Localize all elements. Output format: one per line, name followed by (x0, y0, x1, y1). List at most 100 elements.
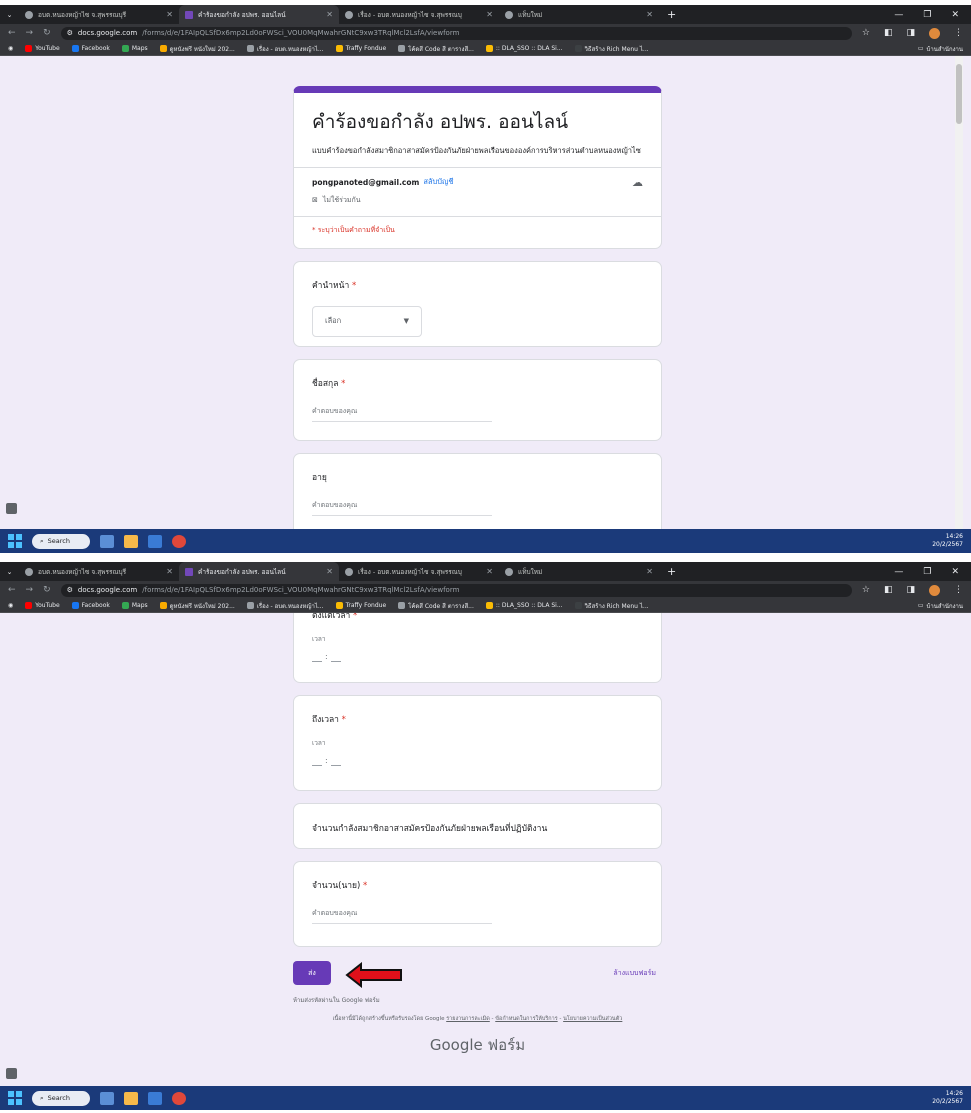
apps-icon[interactable]: ◉ (8, 45, 13, 52)
taskbar-search[interactable]: ⌕ Search (32, 533, 90, 549)
extensions-icon[interactable]: ◧ (884, 585, 893, 595)
star-icon[interactable]: ☆ (862, 585, 870, 595)
clock[interactable]: 14:26 20/2/2567 (932, 1090, 963, 1106)
close-icon[interactable]: ✕ (486, 567, 493, 576)
feedback-icon[interactable] (6, 1068, 17, 1079)
tab-newtab[interactable]: แท็บใหม่ ✕ (499, 562, 659, 581)
privacy-link[interactable]: นโยบายความเป็นส่วนตัว (563, 1016, 622, 1022)
count-input[interactable]: คำตอบของคุณ (312, 908, 492, 924)
clock[interactable]: 14:26 20/2/2567 (932, 533, 963, 549)
close-window-icon[interactable]: ✕ (951, 10, 959, 20)
close-icon[interactable]: ✕ (646, 567, 653, 576)
gallery-icon[interactable] (148, 534, 162, 548)
url-field[interactable]: ⚙ docs.google.com/forms/d/e/1FAIpQLSfDx6… (60, 583, 852, 597)
menu-icon[interactable]: ⋮ (954, 585, 963, 595)
profile-avatar[interactable] (929, 584, 940, 596)
age-input[interactable]: คำตอบของคุณ (312, 500, 492, 516)
bookmark-youtube[interactable]: YouTube (25, 602, 60, 609)
tab-docs[interactable]: เรื่อง - อบต.หนองหญ้าไซ จ.สุพรรณบุ ✕ (339, 562, 499, 581)
bookmark-dla[interactable]: :: DLA_SSO :: DLA Si... (485, 602, 563, 609)
forward-icon[interactable]: → (26, 28, 34, 38)
weather-icon[interactable] (124, 534, 138, 548)
bookmark-docs[interactable]: เรื่อง - อบต.หนองหญ้าไ... (246, 601, 324, 611)
bookmark-folder[interactable]: ▭ บ้านสำนักงาน (918, 601, 963, 611)
bookmark-colorcode[interactable]: โค้ดสี Code สี ตารางสี... (398, 601, 474, 611)
scrollbar-thumb[interactable] (956, 64, 962, 124)
terms-link[interactable]: ข้อกำหนดในการให้บริการ (495, 1016, 557, 1022)
profile-avatar[interactable] (929, 27, 940, 39)
sidepanel-icon[interactable]: ◨ (906, 28, 915, 38)
bookmark-movies[interactable]: ดูหนังฟรี หนังใหม่ 202... (159, 44, 235, 54)
from-time-input[interactable]: : (312, 650, 643, 662)
restore-icon[interactable]: ❐ (923, 567, 931, 577)
reload-icon[interactable]: ↻ (43, 585, 51, 595)
tab-newtab[interactable]: แท็บใหม่ ✕ (499, 5, 659, 24)
to-time-input[interactable]: : (312, 754, 643, 766)
feedback-icon[interactable] (6, 503, 17, 514)
bookmark-docs[interactable]: เรื่อง - อบต.หนองหญ้าไ... (246, 44, 324, 54)
tab-obt[interactable]: อบต.หนองหญ้าไซ จ.สุพรรณบุรี ✕ (19, 562, 179, 581)
bookmark-maps[interactable]: Maps (121, 45, 148, 52)
bookmark-richmenu[interactable]: วิธีสร้าง Rich Menu ไ... (574, 601, 649, 611)
close-icon[interactable]: ✕ (646, 10, 653, 19)
close-icon[interactable]: ✕ (326, 567, 333, 576)
close-icon[interactable]: ✕ (486, 10, 493, 19)
hour-field[interactable] (312, 754, 322, 766)
gallery-icon[interactable] (148, 1091, 162, 1105)
task-view-icon[interactable] (100, 534, 114, 548)
chrome-taskbar-icon[interactable] (172, 1091, 186, 1105)
scrollbar[interactable] (955, 56, 963, 529)
url-field[interactable]: ⚙ docs.google.com/forms/d/e/1FAIpQLSfDx6… (60, 26, 852, 40)
close-icon[interactable]: ✕ (166, 10, 173, 19)
star-icon[interactable]: ☆ (862, 28, 870, 38)
back-icon[interactable]: ← (8, 28, 16, 38)
bookmark-facebook[interactable]: Facebook (71, 45, 110, 52)
close-icon[interactable]: ✕ (326, 10, 333, 19)
weather-icon[interactable] (124, 1091, 138, 1105)
bookmark-traffy[interactable]: Traffy Fondue (335, 45, 386, 52)
site-info-icon[interactable]: ⚙ (67, 586, 73, 594)
report-abuse-link[interactable]: รายงานการละเมิด (446, 1016, 490, 1022)
apps-icon[interactable]: ◉ (8, 602, 13, 609)
tab-form[interactable]: คำร้องขอกำลัง อปพร. ออนไลน์ ✕ (179, 562, 339, 581)
bookmark-dla[interactable]: :: DLA_SSO :: DLA Si... (485, 45, 563, 52)
tab-search-button[interactable]: ⌄ (0, 562, 19, 581)
prefix-dropdown[interactable]: เลือก ▼ (312, 305, 422, 337)
new-tab-button[interactable]: + (659, 565, 684, 578)
bookmark-youtube[interactable]: YouTube (25, 45, 60, 52)
tab-search-button[interactable]: ⌄ (0, 5, 19, 24)
hour-field[interactable] (312, 650, 322, 662)
tab-docs[interactable]: เรื่อง - อบต.หนองหญ้าไซ จ.สุพรรณบุ ✕ (339, 5, 499, 24)
switch-account-link[interactable]: สลับบัญชี (423, 176, 453, 188)
minimize-icon[interactable]: — (894, 10, 903, 20)
windows-start-icon[interactable] (8, 534, 22, 548)
task-view-icon[interactable] (100, 1091, 114, 1105)
bookmark-traffy[interactable]: Traffy Fondue (335, 602, 386, 609)
close-icon[interactable]: ✕ (166, 567, 173, 576)
menu-icon[interactable]: ⋮ (954, 28, 963, 38)
chrome-taskbar-icon[interactable] (172, 534, 186, 548)
taskbar-search[interactable]: ⌕ Search (32, 1090, 90, 1106)
back-icon[interactable]: ← (8, 585, 16, 595)
bookmark-colorcode[interactable]: โค้ดสี Code สี ตารางสี... (398, 44, 474, 54)
forward-icon[interactable]: → (26, 585, 34, 595)
google-forms-logo[interactable]: Google ฟอร์ม (293, 1033, 662, 1057)
extensions-icon[interactable]: ◧ (884, 28, 893, 38)
sidepanel-icon[interactable]: ◨ (906, 585, 915, 595)
submit-button[interactable]: ส่ง (293, 961, 331, 985)
minute-field[interactable] (330, 650, 341, 662)
windows-start-icon[interactable] (8, 1091, 22, 1105)
bookmark-richmenu[interactable]: วิธีสร้าง Rich Menu ไ... (574, 44, 649, 54)
close-window-icon[interactable]: ✕ (951, 567, 959, 577)
site-info-icon[interactable]: ⚙ (67, 29, 73, 37)
bookmark-facebook[interactable]: Facebook (71, 602, 110, 609)
new-tab-button[interactable]: + (659, 8, 684, 21)
bookmark-folder[interactable]: ▭ บ้านสำนักงาน (918, 44, 963, 54)
surname-input[interactable]: คำตอบของคุณ (312, 406, 492, 422)
tab-obt[interactable]: อบต.หนองหญ้าไซ จ.สุพรรณบุรี ✕ (19, 5, 179, 24)
tab-form[interactable]: คำร้องขอกำลัง อปพร. ออนไลน์ ✕ (179, 5, 339, 24)
reload-icon[interactable]: ↻ (43, 28, 51, 38)
bookmark-maps[interactable]: Maps (121, 602, 148, 609)
clear-form-button[interactable]: ล้างแบบฟอร์ม (613, 968, 656, 979)
minute-field[interactable] (330, 754, 341, 766)
